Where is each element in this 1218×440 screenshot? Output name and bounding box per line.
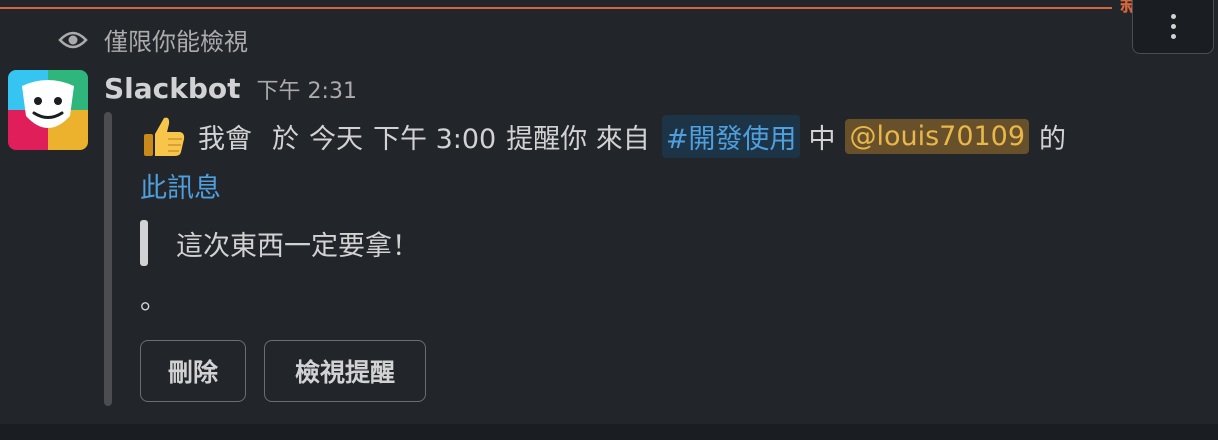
message-area-bottom <box>0 424 1218 440</box>
attachment-bar <box>104 112 112 406</box>
more-actions-button[interactable] <box>1132 0 1214 54</box>
message-view: 新 僅限你能檢視 Slackbot 下午 2:31 我會 於 今天 下午 3:0… <box>0 0 1218 440</box>
thumbs-up-icon <box>144 117 185 156</box>
sentence-end: 。 <box>140 285 167 316</box>
view-reminder-button[interactable]: 檢視提醒 <box>264 340 426 402</box>
new-messages-divider <box>0 7 1112 9</box>
visibility-notice-text: 僅限你能檢視 <box>104 28 248 56</box>
user-mention[interactable]: @louis70109 <box>845 118 1030 154</box>
message-timestamp[interactable]: 下午 2:31 <box>257 73 357 105</box>
text-at: 於 <box>272 123 299 155</box>
quoted-message: 這次東西一定要拿！ <box>176 231 419 262</box>
delete-button[interactable]: 刪除 <box>140 340 246 402</box>
reminder-time: 下午 3:00 <box>373 123 497 155</box>
eye-icon <box>58 31 88 48</box>
slackbot-avatar-icon[interactable] <box>8 70 88 150</box>
text-in: 中 <box>808 123 836 155</box>
message-link[interactable]: 此訊息 <box>140 166 221 205</box>
sender-name[interactable]: Slackbot <box>104 72 241 105</box>
quote-bar <box>140 220 148 266</box>
text-will: 我會 <box>198 123 252 155</box>
text-today: 今天 <box>309 123 363 155</box>
text-remind: 提醒你 來自 <box>506 123 650 155</box>
channel-link[interactable]: #開發使用 <box>661 114 801 158</box>
text-of: 的 <box>1039 123 1067 155</box>
message-header: Slackbot 下午 2:31 <box>104 72 357 105</box>
visibility-notice: 僅限你能檢視 <box>58 22 248 57</box>
kebab-menu-icon <box>1170 13 1176 39</box>
reminder-text-line: 我會 於 今天 下午 3:00 提醒你 來自 #開發使用 中 @louis701… <box>140 108 1066 164</box>
